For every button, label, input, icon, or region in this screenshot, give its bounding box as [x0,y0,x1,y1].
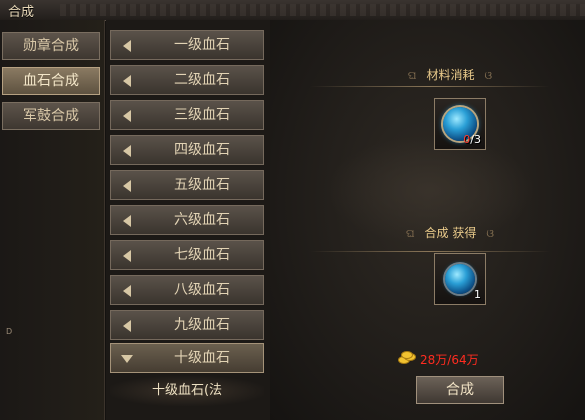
swirl-ornament-icon: ଓ [486,227,494,240]
category-wardrum-button[interactable]: 军鼓合成 [2,102,100,130]
bloodstone-gem-icon [445,264,475,294]
gold-cost: 28万/64万 [398,351,479,368]
level-item-9[interactable]: 九级血石 [110,310,264,340]
window-title: 合成 [8,5,35,20]
expand-arrow-icon [121,355,133,363]
gold-coin-icon [398,351,416,364]
materials-heading-text: 材料消耗 [426,68,475,82]
collapse-arrow-icon [123,110,131,122]
level-item-3[interactable]: 三级血石 [110,100,264,130]
category-bloodstone-button[interactable]: 血石合成 [2,67,100,95]
collapse-arrow-icon [123,75,131,87]
materials-heading: ଘ 材料消耗 ଓ [370,66,530,83]
level-item-label: 五级血石 [174,177,230,193]
level-item-8[interactable]: 八级血石 [110,275,264,305]
collapse-arrow-icon [123,40,131,52]
window-titlebar: 合成 [0,0,585,21]
level-item-1[interactable]: 一级血石 [110,30,264,60]
level-item-7[interactable]: 七级血石 [110,240,264,270]
divider-line [310,86,550,87]
material-count: 0/3 [463,133,481,146]
level-item-5[interactable]: 五级血石 [110,170,264,200]
level-item-label: 十级血石 [174,350,230,366]
level-list: 一级血石 二级血石 三级血石 四级血石 五级血石 六级血石 七级血石 八级血石 … [106,20,271,420]
result-count: 1 [474,288,481,301]
material-slot[interactable]: 0/3 [434,98,486,150]
swirl-ornament-icon: ଘ [406,227,415,240]
material-need-count: /3 [470,133,481,146]
crafting-panel: ଘ 材料消耗 ଓ 0/3 ଘ 合成 获得 ଓ 1 28万/64万 合成 [270,20,585,420]
level-item-label: 二级血石 [174,72,230,88]
sub-recipe-item[interactable]: 十级血石(法 [110,376,264,406]
swirl-ornament-icon: ଘ [407,69,417,82]
level-item-label: 六级血石 [174,212,230,228]
collapse-arrow-icon [123,320,131,332]
level-item-label: 九级血石 [174,317,230,333]
level-item-label: 八级血石 [174,282,230,298]
level-item-label: 一级血石 [174,37,230,53]
result-slot[interactable]: 1 [434,253,486,305]
collapse-arrow-icon [123,145,131,157]
category-medal-button[interactable]: 勋章合成 [2,32,100,60]
gold-cost-text: 28万/64万 [420,353,479,367]
collapse-arrow-icon [123,215,131,227]
craft-button[interactable]: 合成 [416,376,504,404]
result-heading-text: 合成 获得 [424,226,477,240]
level-item-label: 七级血石 [174,247,230,263]
collapse-arrow-icon [123,180,131,192]
level-item-4[interactable]: 四级血石 [110,135,264,165]
level-item-2[interactable]: 二级血石 [110,65,264,95]
titlebar-pattern [60,4,585,16]
result-heading: ଘ 合成 获得 ଓ [370,224,530,241]
level-item-6[interactable]: 六级血石 [110,205,264,235]
swirl-ornament-icon: ଓ [484,69,493,82]
category-sidebar: 勋章合成 血石合成 军鼓合成 D [0,20,105,420]
level-item-label: 四级血石 [174,142,230,158]
collapse-arrow-icon [123,285,131,297]
collapse-arrow-icon [123,250,131,262]
divider-line [310,251,550,252]
edge-marker: D [6,327,13,336]
level-item-label: 三级血石 [174,107,230,123]
level-item-10[interactable]: 十级血石 [110,343,264,373]
